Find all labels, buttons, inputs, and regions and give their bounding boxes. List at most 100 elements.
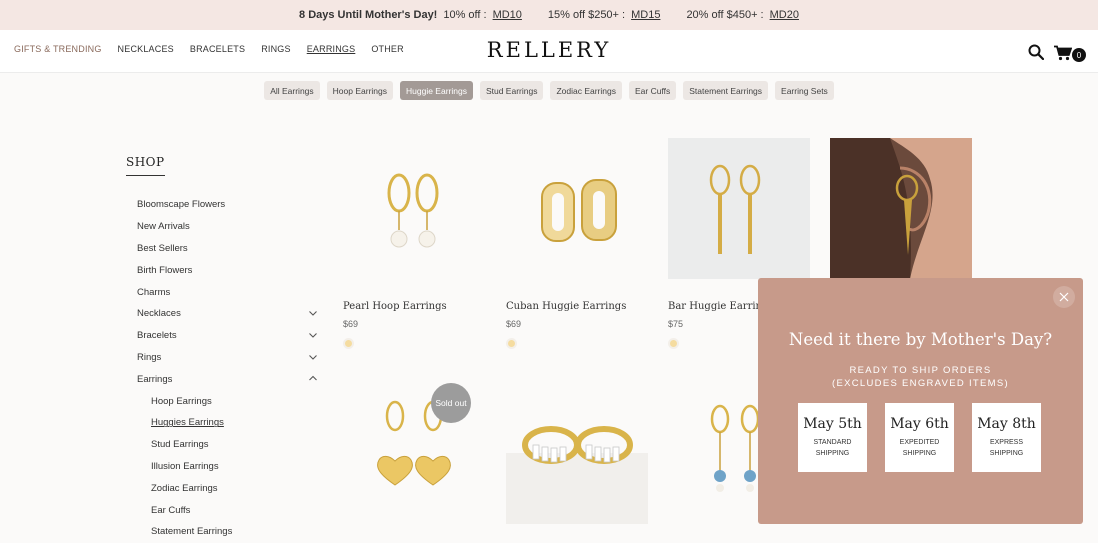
shipping-label-line2: Shipping <box>815 450 850 457</box>
sidebar-item-label: Best Sellers <box>137 242 188 254</box>
promo-code-md15[interactable]: MD15 <box>631 9 660 21</box>
chip-all-earrings[interactable]: All Earrings <box>264 81 320 100</box>
sidebar-item-huggies-earrings[interactable]: Huggies Earrings <box>126 412 326 434</box>
shipping-date: May 5th <box>803 416 862 432</box>
sidebar-item-label: Stud Earrings <box>151 439 209 451</box>
product-name[interactable]: Cuban Huggie Earrings <box>506 301 626 312</box>
chip-earring-sets[interactable]: Earring Sets <box>775 81 834 100</box>
sidebar-item-new-arrivals[interactable]: New Arrivals <box>126 216 326 238</box>
nav-necklaces[interactable]: NECKLACES <box>118 44 174 54</box>
cart-icon[interactable] <box>1054 45 1072 61</box>
sidebar-item-label: Huggies Earrings <box>151 417 224 429</box>
gold-swatch[interactable] <box>506 338 517 349</box>
gold-swatch[interactable] <box>343 338 354 349</box>
nav-rings[interactable]: RINGS <box>261 44 291 54</box>
sidebar-item-label: Birth Flowers <box>137 264 193 276</box>
product-name[interactable]: Pearl Hoop Earrings <box>343 301 447 312</box>
product-price: $69 <box>343 319 359 329</box>
product-image-cuban-huggie[interactable] <box>506 138 648 279</box>
sidebar-title: SHOP <box>126 155 165 176</box>
sidebar-item-zodiac-earrings[interactable]: Zodiac Earrings <box>126 477 326 499</box>
site-header: GIFTS & TRENDING NECKLACES BRACELETS RIN… <box>0 30 1098 73</box>
sidebar-item-label: Rings <box>137 351 162 363</box>
nav-gifts-trending[interactable]: GIFTS & TRENDING <box>14 44 102 54</box>
sidebar-item-label: Illusion Earrings <box>151 460 219 472</box>
chevron-down-icon[interactable] <box>308 331 318 339</box>
sidebar-item-label: Charms <box>137 286 171 298</box>
sidebar-item-label: Zodiac Earrings <box>151 482 218 494</box>
popup-subtitle: Ready to ship orders (excludes engraved … <box>758 364 1083 390</box>
product-price: $75 <box>668 319 684 329</box>
chip-statement-earrings[interactable]: Statement Earrings <box>683 81 769 100</box>
chevron-up-icon[interactable] <box>308 374 318 382</box>
product-image-model-ear[interactable] <box>830 138 972 279</box>
shipping-label-line1: Expedited <box>899 439 940 446</box>
nav-bracelets[interactable]: BRACELETS <box>190 44 245 54</box>
sidebar-item-birth-flowers[interactable]: Birth Flowers <box>126 259 326 281</box>
close-button[interactable] <box>1053 286 1075 308</box>
sidebar-item-hoop-earrings[interactable]: Hoop Earrings <box>126 390 326 412</box>
shipping-label-line2: Shipping <box>902 450 937 457</box>
promo-code-md20[interactable]: MD20 <box>770 9 799 21</box>
product-price: $69 <box>506 319 522 329</box>
sold-out-badge: Sold out <box>431 383 471 423</box>
sidebar-item-label: New Arrivals <box>137 221 190 233</box>
search-icon[interactable] <box>1028 44 1044 60</box>
promo-headline: 8 Days Until Mother's Day! <box>299 9 438 21</box>
sidebar-item-bracelets[interactable]: Bracelets <box>126 325 326 347</box>
product-image-baguette-huggie[interactable] <box>506 383 648 524</box>
close-icon <box>1059 292 1069 302</box>
chip-hoop-earrings[interactable]: Hoop Earrings <box>326 81 393 100</box>
sidebar-item-label: Ear Cuffs <box>151 504 191 516</box>
product-image-pearl-hoop[interactable] <box>343 138 485 279</box>
sidebar-item-label: Earrings <box>137 373 173 385</box>
promo-offer3-text: 20% off $450+ : <box>686 9 764 21</box>
popup-subtitle-line1: Ready to ship orders <box>849 365 992 376</box>
sidebar-item-bloomscape-flowers[interactable]: Bloomscape Flowers <box>126 194 326 216</box>
promo-offer2-text: 15% off $250+ : <box>547 9 626 21</box>
product-name[interactable]: Bar Huggie Earring <box>668 301 768 312</box>
shipping-label-line2: Shipping <box>989 450 1024 457</box>
sidebar-item-label: Bloomscape Flowers <box>137 199 226 211</box>
shipping-label-line1: Express <box>989 439 1024 446</box>
chip-stud-earrings[interactable]: Stud Earrings <box>479 81 544 100</box>
chevron-down-icon[interactable] <box>308 353 318 361</box>
chevron-down-icon[interactable] <box>308 309 318 317</box>
promo-offer1-text: 10% off : <box>443 9 487 21</box>
sidebar-item-earrings[interactable]: Earrings <box>126 368 326 390</box>
sidebar-item-best-sellers[interactable]: Best Sellers <box>126 238 326 260</box>
sidebar-item-ear-cuffs[interactable]: Ear Cuffs <box>126 499 326 521</box>
promo-bar: 8 Days Until Mother's Day! 10% off : MD1… <box>0 0 1098 30</box>
sidebar-item-charms[interactable]: Charms <box>126 281 326 303</box>
sidebar-item-label: Statement Earrings <box>151 526 233 538</box>
sidebar-item-necklaces[interactable]: Necklaces <box>126 303 326 325</box>
shipping-option-express: May 8th Express Shipping <box>972 403 1041 472</box>
promo-code-md10[interactable]: MD10 <box>493 9 522 21</box>
shipping-date: May 6th <box>890 416 949 432</box>
sidebar-item-label: Necklaces <box>137 308 181 320</box>
gold-swatch[interactable] <box>668 338 679 349</box>
popup-subtitle-line2: (excludes engraved items) <box>832 378 1009 389</box>
shipping-label-line1: Standard <box>813 439 852 446</box>
sidebar-item-label: Bracelets <box>137 330 177 342</box>
nav-earrings[interactable]: EARRINGS <box>307 44 356 54</box>
cart-count-badge: 0 <box>1072 48 1086 62</box>
shipping-option-standard: May 5th Standard Shipping <box>798 403 867 472</box>
sidebar-item-statement-earrings[interactable]: Statement Earrings <box>126 521 326 543</box>
chip-ear-cuffs[interactable]: Ear Cuffs <box>628 81 677 100</box>
product-image-bar-huggie[interactable] <box>668 138 810 279</box>
sidebar-item-stud-earrings[interactable]: Stud Earrings <box>126 434 326 456</box>
sidebar-item-rings[interactable]: Rings <box>126 347 326 369</box>
shipping-options: May 5th Standard Shipping May 6th Expedi… <box>798 403 1041 472</box>
sidebar-item-illusion-earrings[interactable]: Illusion Earrings <box>126 456 326 478</box>
nav-other[interactable]: OTHER <box>371 44 404 54</box>
chip-huggie-earrings[interactable]: Huggie Earrings <box>400 81 473 100</box>
mothers-day-popup: Need it there by Mother's Day? Ready to … <box>758 278 1083 524</box>
popup-title: Need it there by Mother's Day? <box>788 330 1053 349</box>
shipping-option-expedited: May 6th Expedited Shipping <box>885 403 954 472</box>
shipping-date: May 8th <box>977 416 1036 432</box>
sidebar-item-label: Hoop Earrings <box>151 395 212 407</box>
chip-zodiac-earrings[interactable]: Zodiac Earrings <box>550 81 622 100</box>
main-nav: GIFTS & TRENDING NECKLACES BRACELETS RIN… <box>14 44 404 54</box>
category-chips: All Earrings Hoop Earrings Huggie Earrin… <box>0 81 1098 100</box>
